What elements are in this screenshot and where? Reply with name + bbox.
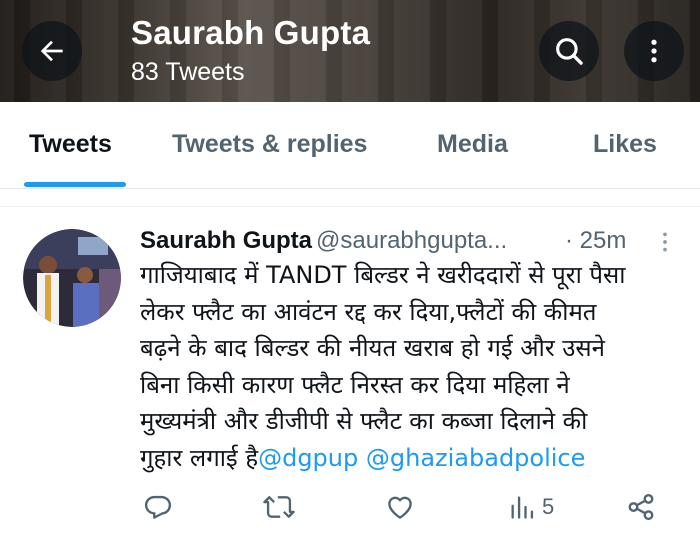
- tweet-text: गाजियाबाद में TANDT बिल्डर ने खरीददारों …: [140, 257, 680, 476]
- mention-link[interactable]: @dgpup: [258, 444, 358, 472]
- tweet-author-name[interactable]: Saurabh Gupta: [140, 227, 312, 254]
- tweet-text-line: गाजियाबाद में TANDT बिल्डर ने खरीददारों …: [140, 261, 626, 289]
- heart-icon: [388, 496, 412, 519]
- tweet-menu-button[interactable]: [656, 229, 674, 260]
- like-button[interactable]: [385, 492, 415, 522]
- tab-likes[interactable]: Likes: [593, 130, 657, 159]
- tweet-count: 83 Tweets: [131, 58, 245, 86]
- views-count: 5: [542, 494, 555, 519]
- analytics-icon: [511, 496, 534, 519]
- tweet-text-line-last: गुहार लगाई है@dgpup @ghaziabadpolice: [140, 440, 680, 477]
- reply-icon: [144, 495, 172, 519]
- retweet-button[interactable]: [262, 492, 296, 522]
- active-tab-indicator: [24, 182, 126, 187]
- more-vertical-icon: [663, 232, 667, 252]
- tab-tweets[interactable]: Tweets: [29, 130, 112, 159]
- profile-header-banner: Saurabh Gupta 83 Tweets: [0, 0, 700, 102]
- profile-tabs: Tweets Tweets & replies Media Likes: [0, 102, 700, 189]
- reply-button[interactable]: [143, 492, 173, 522]
- tweet-text-end: गुहार लगाई है: [140, 443, 259, 472]
- tweet-text-line: मुख्यमंत्री और डीजीपी से फ्लैट का कब्जा …: [140, 407, 588, 435]
- tweet-actions: 5: [0, 492, 700, 532]
- avatar[interactable]: [23, 229, 121, 327]
- tweet-text-line: बढ़ने के बाद बिल्डर की नीयत खराब हो गई औ…: [140, 334, 605, 362]
- search-icon: [556, 38, 583, 65]
- retweet-icon: [263, 496, 295, 518]
- tweet-author[interactable]: Saurabh Gupta @saurabhgupta...: [140, 227, 507, 255]
- more-options-button[interactable]: [624, 21, 684, 81]
- tweet[interactable]: Saurabh Gupta @saurabhgupta... · 25m गाजि…: [0, 207, 700, 555]
- mention-link[interactable]: @ghaziabadpolice: [366, 444, 586, 472]
- tweet-text-line: बिना किसी कारण फ्लैट निरस्त कर दिया महिल…: [140, 370, 570, 399]
- search-button[interactable]: [539, 21, 599, 81]
- back-button[interactable]: [22, 21, 82, 81]
- divider: [0, 189, 700, 207]
- tab-tweets-and-replies[interactable]: Tweets & replies: [172, 130, 367, 159]
- tweet-timestamp[interactable]: · 25m: [565, 227, 626, 255]
- tab-media[interactable]: Media: [437, 130, 508, 159]
- share-button[interactable]: [626, 492, 656, 522]
- tweet-author-handle[interactable]: @saurabhgupta...: [316, 227, 507, 254]
- views-button[interactable]: 5: [508, 492, 554, 522]
- tweet-text-line: लेकर फ्लैट का आवंटन रद्द कर दिया,फ्लैटों…: [140, 297, 597, 326]
- arrow-left-icon: [40, 40, 63, 62]
- profile-name-title: Saurabh Gupta: [131, 14, 371, 51]
- share-icon: [628, 493, 654, 521]
- more-vertical-icon: [651, 39, 657, 63]
